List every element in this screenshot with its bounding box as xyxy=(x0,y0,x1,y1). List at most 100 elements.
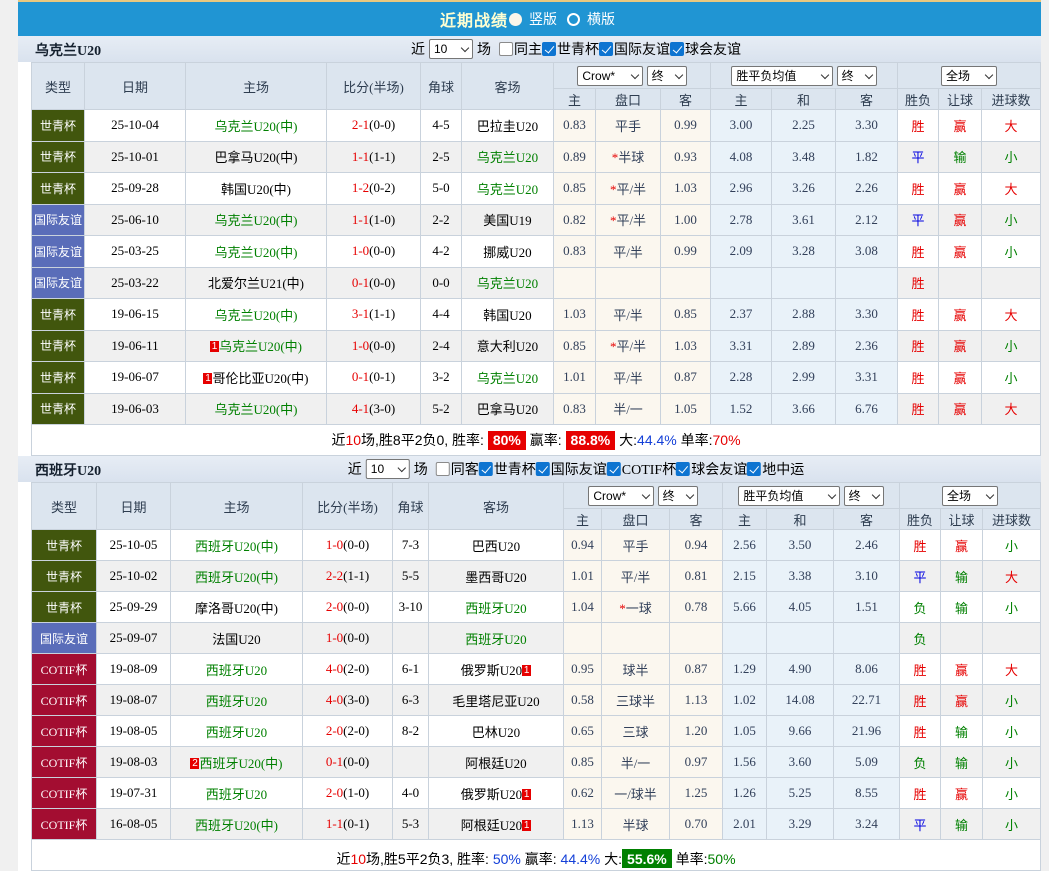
filter-checkbox-球会友谊[interactable]: 球会友谊 xyxy=(676,459,747,479)
score-cell: 2-1(0-0) xyxy=(327,110,421,142)
team-name: 西班牙U20 xyxy=(35,460,101,480)
match-date: 19-06-15 xyxy=(85,299,186,331)
mean-draw-odds: 5.25 xyxy=(767,778,834,809)
recent-count-select[interactable]: 10 xyxy=(366,459,410,479)
full-time-score: 2-2 xyxy=(326,568,343,583)
competition-type-badge: 世青杯 xyxy=(32,592,97,623)
filter-checkbox-国际友谊[interactable]: 国际友谊 xyxy=(599,39,670,59)
recent-count: 10 xyxy=(366,459,410,479)
corner-count: 0-0 xyxy=(421,267,462,299)
filter-checkbox-同客[interactable]: 同客 xyxy=(436,459,479,479)
subcolumn-header-和: 和 xyxy=(772,89,836,110)
result-goals-value: 小 xyxy=(1005,756,1018,771)
away-team-name: 西班牙U20 xyxy=(465,601,526,616)
home-odds: 1.13 xyxy=(564,809,602,840)
checked-checkbox-icon[interactable] xyxy=(479,462,493,476)
vertical-layout-radio[interactable] xyxy=(509,13,522,26)
filter-checkbox-世青杯[interactable]: 世青杯 xyxy=(542,39,599,59)
away-odds: 0.99 xyxy=(661,236,711,268)
horizontal-layout-label[interactable]: 横版 xyxy=(587,9,615,29)
half-time-score: (0-0) xyxy=(343,537,369,552)
corner-count: 2-2 xyxy=(421,204,462,236)
half-time-score: (3-0) xyxy=(343,692,369,707)
away-odds: 0.97 xyxy=(670,747,723,778)
match-date: 25-03-22 xyxy=(85,267,186,299)
filter-checkbox-国际友谊[interactable]: 国际友谊 xyxy=(536,459,607,479)
match-scope: 全场 xyxy=(942,486,998,506)
match-scope-select[interactable]: 全场 xyxy=(941,66,997,86)
half-time-score: (0-1) xyxy=(369,369,395,384)
match-scope-select[interactable]: 全场 xyxy=(942,486,998,506)
filter-checkbox-COTIF杯[interactable]: COTIF杯 xyxy=(607,459,676,479)
result-goals xyxy=(982,267,1041,299)
match-row: COTIF杯19-07-31西班牙U202-0(1-0)4-0俄罗斯U2010.… xyxy=(32,778,1041,809)
filter-checkbox-球会友谊[interactable]: 球会友谊 xyxy=(670,39,741,59)
result-goals: 小 xyxy=(983,778,1041,809)
competition-type-badge: 国际友谊 xyxy=(32,623,97,654)
filter-checkbox-label: COTIF杯 xyxy=(622,459,676,479)
filter-checkbox-label: 同主 xyxy=(514,39,542,59)
competition-type-badge: COTIF杯 xyxy=(32,809,97,840)
odds-source: Crow* xyxy=(588,486,654,506)
column-header-日期: 日期 xyxy=(85,63,186,110)
odds-time: 终 xyxy=(647,66,687,86)
odds-source-select[interactable]: Crow* xyxy=(577,66,643,86)
checked-checkbox-icon[interactable] xyxy=(542,42,556,56)
mean-time-select[interactable]: 终 xyxy=(837,66,877,86)
home-team-name: 哥伦比亚U20(中) xyxy=(212,371,308,386)
mean-odds-select[interactable]: 胜平负均值 xyxy=(738,486,840,506)
unchecked-checkbox-icon[interactable] xyxy=(436,462,450,476)
result-outcome-value: 胜 xyxy=(913,787,926,802)
filter-checkbox-世青杯[interactable]: 世青杯 xyxy=(479,459,536,479)
horizontal-layout-radio[interactable] xyxy=(567,13,580,26)
result-handicap: 赢 xyxy=(939,330,982,362)
subcolumn-header-胜负: 胜负 xyxy=(900,509,941,530)
odds-time-select[interactable]: 终 xyxy=(647,66,687,86)
match-date: 25-06-10 xyxy=(85,204,186,236)
result-goals-value: 小 xyxy=(1004,371,1017,386)
odds-source-select[interactable]: Crow* xyxy=(588,486,654,506)
filter-checkbox-同主[interactable]: 同主 xyxy=(499,39,542,59)
filter-checkbox-地中运[interactable]: 地中运 xyxy=(747,459,804,479)
home-odds: 1.01 xyxy=(554,362,596,394)
result-handicap: 赢 xyxy=(939,362,982,394)
mean-home-odds xyxy=(711,267,772,299)
away-team-name: 俄罗斯U20 xyxy=(461,787,522,802)
mean-home-odds: 1.05 xyxy=(723,716,767,747)
result-goals-value: 小 xyxy=(1004,245,1017,260)
home-team-cell: 乌克兰U20(中) xyxy=(186,393,327,425)
away-odds: 1.03 xyxy=(661,173,711,205)
checked-checkbox-icon[interactable] xyxy=(536,462,550,476)
checked-checkbox-icon[interactable] xyxy=(670,42,684,56)
match-date: 19-06-03 xyxy=(85,393,186,425)
competition-type-badge: 世青杯 xyxy=(32,110,85,142)
odds-time-select[interactable]: 终 xyxy=(658,486,698,506)
away-team-name: 美国U19 xyxy=(483,213,531,228)
column-header-比分(半场): 比分(半场) xyxy=(303,483,393,530)
mean-odds: 胜平负均值 xyxy=(738,486,840,506)
recent-count-select[interactable]: 10 xyxy=(429,39,473,59)
mean-time-select[interactable]: 终 xyxy=(844,486,884,506)
corner-count: 6-3 xyxy=(393,685,429,716)
checked-checkbox-icon[interactable] xyxy=(676,462,690,476)
recent-suffix: 场 xyxy=(477,39,491,59)
checked-checkbox-icon[interactable] xyxy=(607,462,621,476)
filter-checkbox-label: 国际友谊 xyxy=(551,459,607,479)
unchecked-checkbox-icon[interactable] xyxy=(499,42,513,56)
scope-group-header: 全场 xyxy=(898,63,1041,89)
mean-home-odds: 2.09 xyxy=(711,236,772,268)
home-odds: 0.62 xyxy=(564,778,602,809)
away-team-name: 巴拿马U20 xyxy=(477,402,538,417)
match-row: 世青杯25-10-02西班牙U20(中)2-2(1-1)5-5墨西哥U201.0… xyxy=(32,561,1041,592)
mean-away-odds: 3.31 xyxy=(836,362,898,394)
checked-checkbox-icon[interactable] xyxy=(599,42,613,56)
away-team-cell: 俄罗斯U201 xyxy=(429,778,564,809)
score-cell: 4-0(3-0) xyxy=(303,685,393,716)
half-time-score: (0-0) xyxy=(369,338,395,353)
mean-odds-select[interactable]: 胜平负均值 xyxy=(731,66,833,86)
result-goals-value: 大 xyxy=(1004,182,1017,197)
half-time-score: (1-1) xyxy=(369,149,395,164)
score-cell: 1-1(1-0) xyxy=(327,204,421,236)
vertical-layout-label[interactable]: 竖版 xyxy=(529,9,557,29)
checked-checkbox-icon[interactable] xyxy=(747,462,761,476)
